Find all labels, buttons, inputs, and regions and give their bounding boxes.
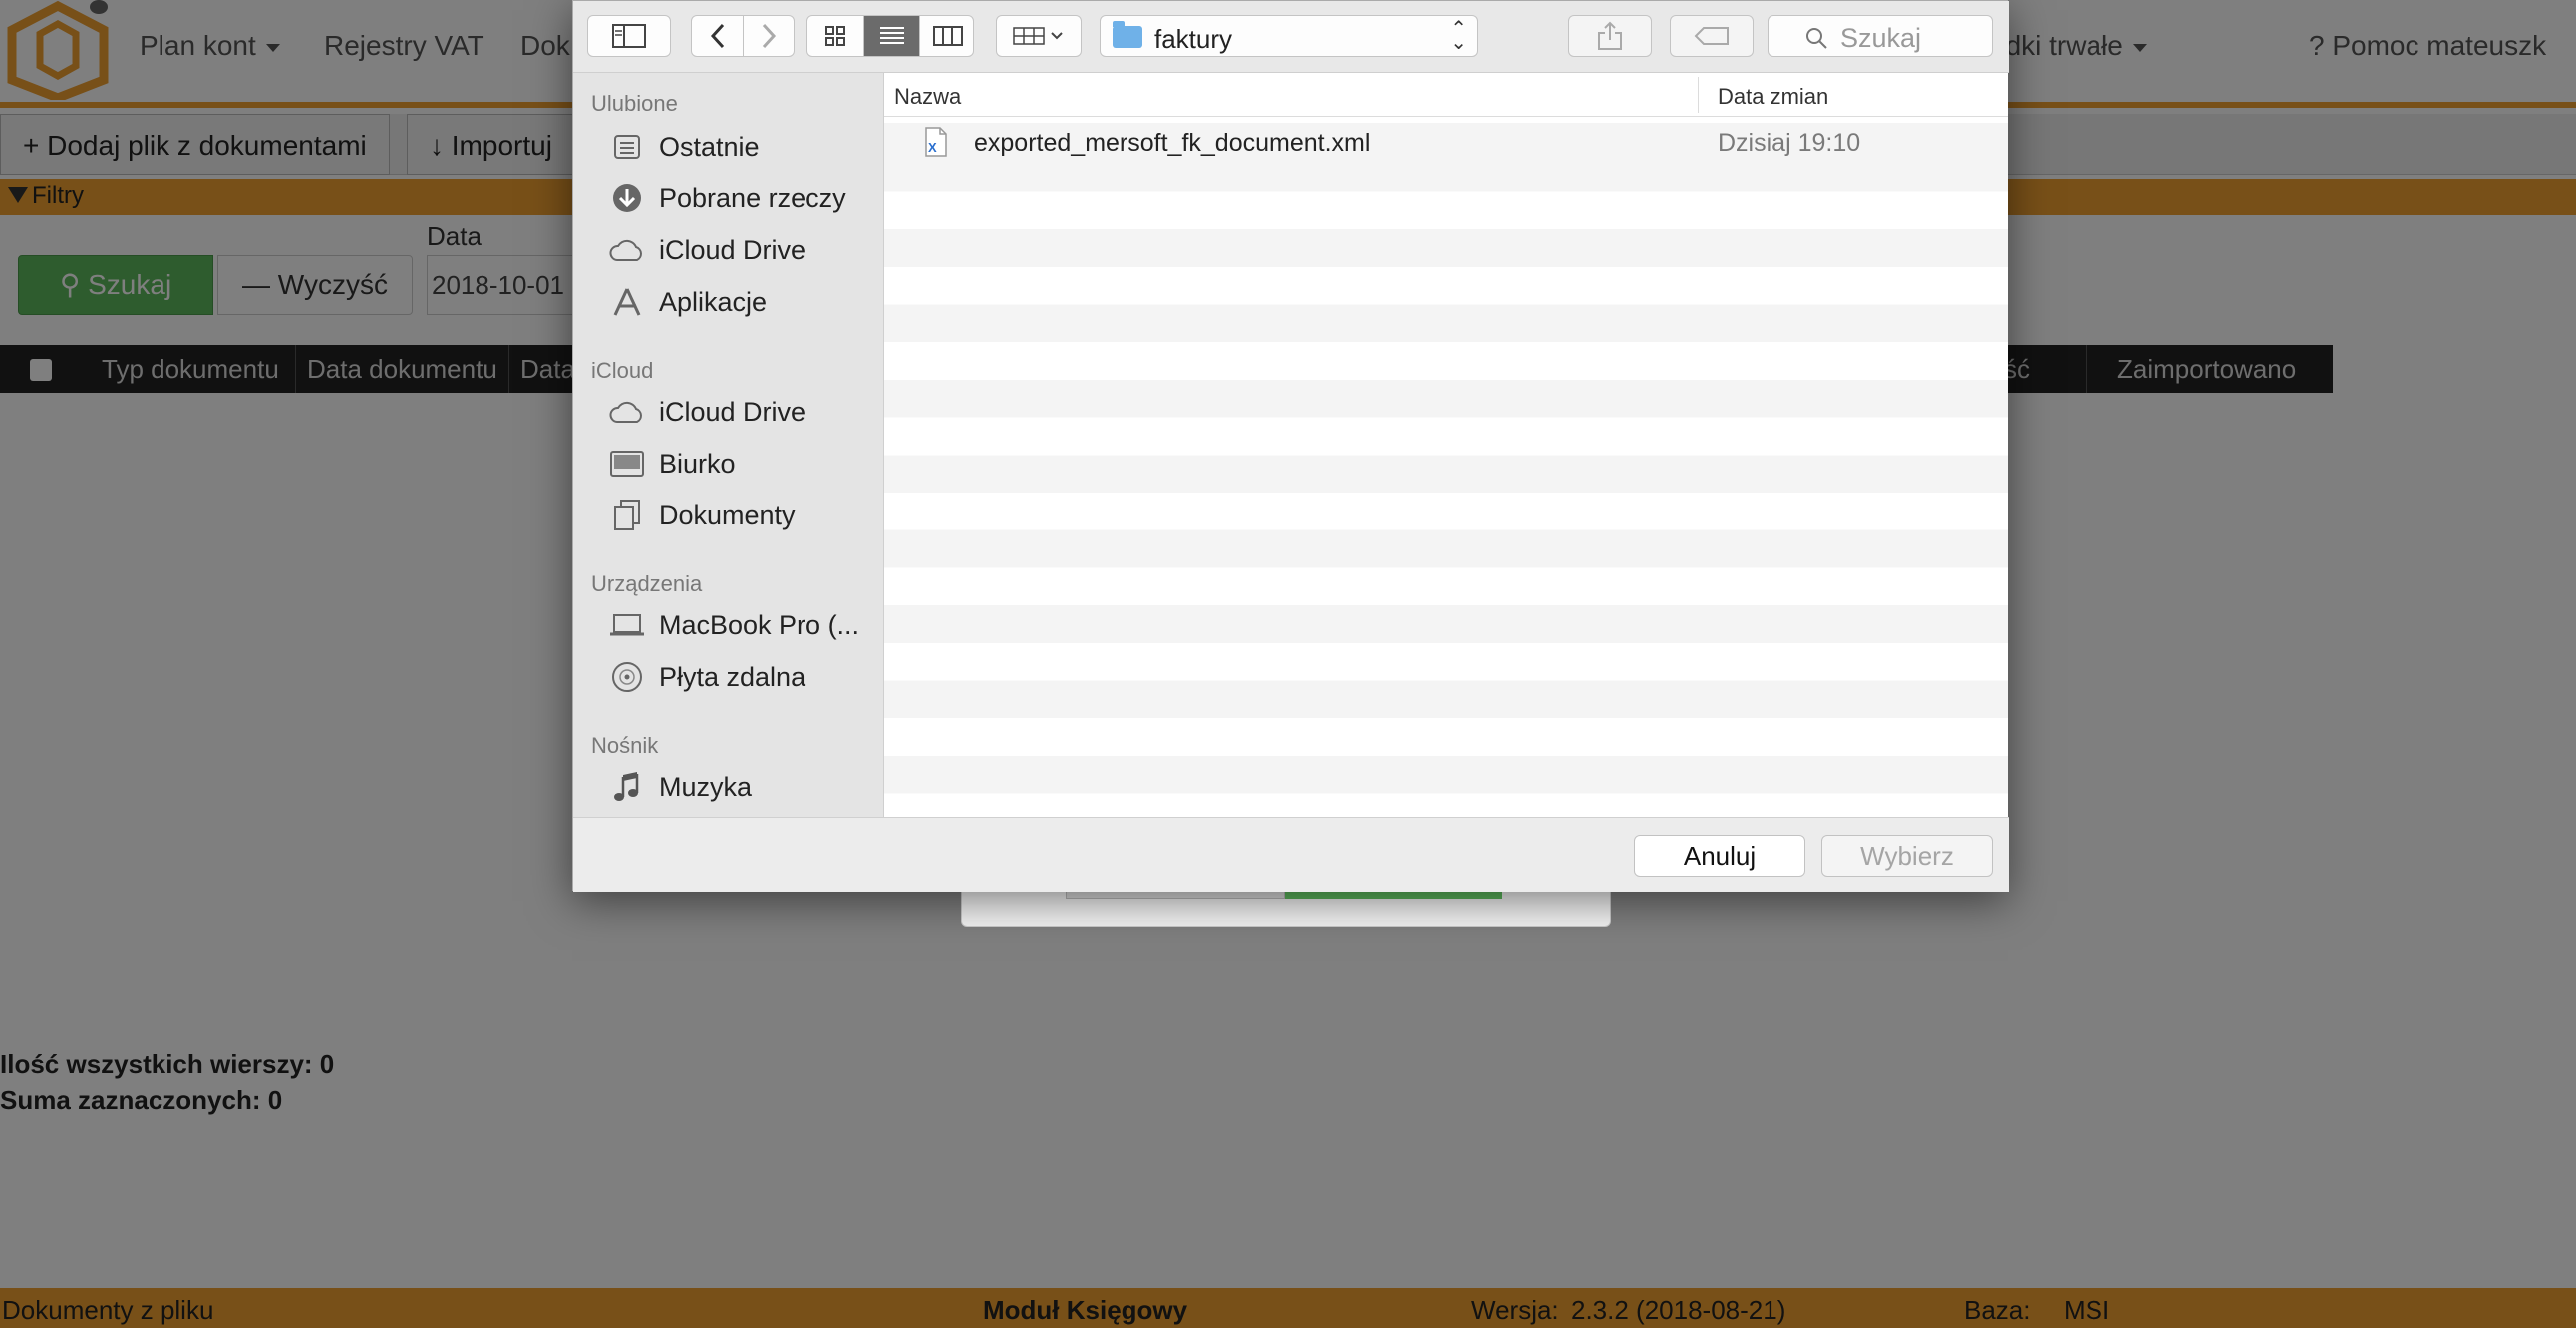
sidebar-item-ostatnie[interactable]: Ostatnie xyxy=(609,125,878,168)
laptop-icon xyxy=(609,609,645,641)
column-name-header[interactable]: Nazwa xyxy=(894,84,961,110)
music-note-icon xyxy=(609,771,645,803)
sidebar-item-dokumenty[interactable]: Dokumenty xyxy=(609,494,878,537)
sidebar-item-plyta-zdalna[interactable]: Płyta zdalna xyxy=(609,655,878,699)
list-view-button[interactable] xyxy=(863,16,919,56)
columns-icon xyxy=(932,26,963,46)
dialog-sidebar: Ulubione Ostatnie Pobrane rzeczy iCloud … xyxy=(573,73,884,817)
svg-text:X: X xyxy=(928,140,937,155)
section-icloud: iCloud xyxy=(591,358,654,383)
sidebar-item-label: Biurko xyxy=(659,448,736,479)
column-view-button[interactable] xyxy=(919,16,975,56)
sidebar-item-label: iCloud Drive xyxy=(659,234,806,265)
section-urzadzenia: Urządzenia xyxy=(591,571,703,596)
documents-icon xyxy=(609,499,645,531)
column-date-header[interactable]: Data zmian xyxy=(1718,84,1828,110)
tags-button[interactable] xyxy=(1670,15,1754,57)
sidebar-item-label: Płyta zdalna xyxy=(659,661,806,692)
toggle-sidebar-button[interactable] xyxy=(587,15,671,57)
sidebar-item-label: Pobrane rzeczy xyxy=(659,182,846,213)
sidebar-item-label: iCloud Drive xyxy=(659,396,806,427)
group-by-button[interactable] xyxy=(996,15,1082,57)
chevron-right-icon xyxy=(762,23,777,49)
folder-icon xyxy=(1113,21,1142,48)
updown-arrows-icon: ⌃ ⌄ xyxy=(1450,18,1467,54)
sidebar-item-pobrane[interactable]: Pobrane rzeczy xyxy=(609,176,878,220)
file-date: Dzisiaj 19:10 xyxy=(1718,129,1861,157)
tag-icon xyxy=(1694,27,1729,45)
share-icon xyxy=(1598,21,1622,50)
sidebar-item-macbook[interactable]: MacBook Pro (... xyxy=(609,603,878,647)
applications-icon xyxy=(609,286,645,318)
current-folder-name: faktury xyxy=(1154,24,1233,54)
file-open-dialog: faktury ⌃ ⌄ Szukaj Ulubione Ostatnie Pobr… xyxy=(572,0,2009,892)
sidebar-item-label: Ostatnie xyxy=(659,131,760,162)
dialog-footer: Anuluj Wybierz xyxy=(573,817,2009,892)
sidebar-item-aplikacje[interactable]: Aplikacje xyxy=(609,280,878,324)
sidebar-item-label: Aplikacje xyxy=(659,286,768,317)
file-row[interactable]: X exported_mersoft_fk_document.xml Dzisi… xyxy=(884,123,2008,161)
file-list-stripes xyxy=(884,117,2008,817)
sidebar-item-label: Muzyka xyxy=(659,771,753,802)
search-placeholder: Szukaj xyxy=(1840,23,1922,53)
disc-icon xyxy=(609,661,645,693)
cancel-button[interactable]: Anuluj xyxy=(1634,835,1805,877)
search-input[interactable]: Szukaj xyxy=(1768,15,1993,57)
xml-file-icon: X xyxy=(924,127,948,162)
section-nosnik: Nośnik xyxy=(591,733,659,758)
sidebar-item-label: Dokumenty xyxy=(659,499,796,530)
share-button[interactable] xyxy=(1568,15,1652,57)
file-list: Nazwa Data zmian X exported_mersoft_fk_d… xyxy=(884,73,2008,817)
sidebar-item-biurko[interactable]: Biurko xyxy=(609,442,878,486)
sidebar-item-muzyka[interactable]: Muzyka xyxy=(609,765,878,809)
sidebar-icon xyxy=(612,24,646,48)
grid-icon xyxy=(825,26,845,46)
cloud-icon xyxy=(609,234,645,266)
sidebar-item-icloud-drive-2[interactable]: iCloud Drive xyxy=(609,390,878,434)
file-list-header: Nazwa Data zmian xyxy=(884,73,2008,117)
dialog-toolbar: faktury ⌃ ⌄ Szukaj xyxy=(573,1,2009,73)
chevron-left-icon xyxy=(710,23,724,49)
view-mode-control xyxy=(806,15,974,57)
desktop-icon xyxy=(609,448,645,480)
section-ulubione: Ulubione xyxy=(591,91,678,116)
downloads-icon xyxy=(609,182,645,214)
file-name: exported_mersoft_fk_document.xml xyxy=(974,129,1371,157)
back-button[interactable] xyxy=(692,16,743,56)
folder-path-popup[interactable]: faktury ⌃ ⌄ xyxy=(1100,15,1478,57)
list-icon xyxy=(879,27,904,44)
search-icon xyxy=(1806,28,1827,49)
cloud-icon xyxy=(609,396,645,428)
icon-view-button[interactable] xyxy=(807,16,863,56)
sidebar-item-icloud-drive[interactable]: iCloud Drive xyxy=(609,228,878,272)
sidebar-item-label: MacBook Pro (... xyxy=(659,609,860,640)
nav-buttons xyxy=(691,15,795,57)
forward-button[interactable] xyxy=(743,16,794,56)
group-grid-icon xyxy=(1013,27,1063,45)
choose-button[interactable]: Wybierz xyxy=(1821,835,1993,877)
recents-icon xyxy=(609,131,645,163)
